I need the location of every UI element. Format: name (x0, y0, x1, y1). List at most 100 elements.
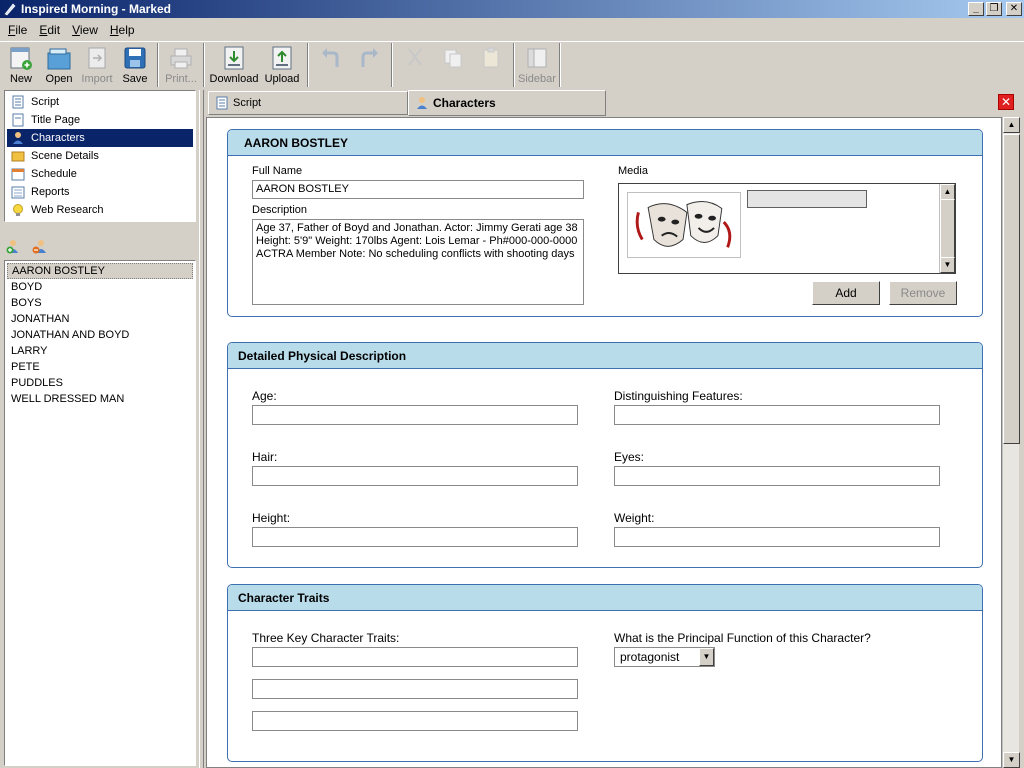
navigation-panel: Script Title Page Characters Scene Detai… (4, 90, 196, 222)
trait-field-1[interactable] (252, 647, 578, 667)
section-title: Character Traits (228, 585, 982, 611)
section-title: Detailed Physical Description (228, 343, 982, 369)
menu-file[interactable]: File (2, 23, 33, 37)
remove-character-icon[interactable] (32, 238, 48, 254)
distinguishing-features-label: Distinguishing Features: (614, 389, 743, 403)
upload-icon (272, 46, 292, 70)
eyes-field[interactable] (614, 466, 940, 486)
nav-item-characters[interactable]: Characters (7, 129, 193, 147)
trait-field-2[interactable] (252, 679, 578, 699)
nav-item-label: Title Page (31, 114, 81, 126)
trait-field-3[interactable] (252, 711, 578, 731)
full-name-field[interactable]: AARON BOSTLEY (252, 180, 584, 199)
character-list-item[interactable]: JONATHAN (7, 311, 193, 327)
hair-field[interactable] (252, 466, 578, 486)
nav-item-scene-details[interactable]: Scene Details (7, 147, 193, 165)
close-window-button[interactable]: ✕ (1006, 2, 1022, 16)
weight-label: Weight: (614, 511, 655, 525)
redo-button[interactable] (350, 42, 388, 88)
media-scrollbar[interactable]: ▲ ▼ (939, 184, 955, 273)
toolbar-separator (307, 43, 309, 87)
media-caption-field[interactable] (747, 190, 867, 208)
restore-button[interactable]: ❐ (986, 2, 1002, 16)
menu-edit[interactable]: Edit (33, 23, 66, 37)
principal-function-label: What is the Principal Function of this C… (614, 631, 871, 645)
nav-item-schedule[interactable]: Schedule (7, 165, 193, 183)
nav-item-script[interactable]: Script (7, 93, 193, 111)
close-tab-icon[interactable]: ✕ (998, 94, 1014, 110)
character-name-header: AARON BOSTLEY (228, 130, 982, 156)
toolbar-separator (559, 43, 561, 87)
age-field[interactable] (252, 405, 578, 425)
nav-item-label: Schedule (31, 168, 77, 180)
menu-bar: File Edit View Help (0, 19, 1024, 40)
nav-item-reports[interactable]: Reports (7, 183, 193, 201)
scroll-thumb[interactable] (940, 199, 955, 259)
weight-field[interactable] (614, 527, 940, 547)
tab-script[interactable]: Script (208, 91, 408, 115)
scroll-thumb[interactable] (1003, 134, 1020, 444)
main-scrollbar[interactable]: ▲ ▼ (1002, 117, 1020, 768)
undo-button[interactable] (312, 42, 350, 88)
character-list-item[interactable]: BOYS (7, 295, 193, 311)
scroll-down-arrow-icon[interactable]: ▼ (1003, 752, 1020, 768)
distinguishing-features-field[interactable] (614, 405, 940, 425)
minimize-button[interactable]: _ (968, 2, 984, 16)
tab-label: Characters (433, 96, 496, 110)
characters-icon (417, 97, 427, 109)
new-button[interactable]: New (2, 42, 40, 88)
scroll-down-arrow-icon[interactable]: ▼ (940, 257, 955, 273)
character-list-item[interactable]: WELL DRESSED MAN (7, 391, 193, 407)
character-list-item[interactable]: LARRY (7, 343, 193, 359)
character-list-item[interactable]: JONATHAN AND BOYD (7, 327, 193, 343)
characters-icon (13, 132, 23, 144)
redo-arrow-icon (361, 48, 378, 67)
character-list-item[interactable]: AARON BOSTLEY (7, 263, 193, 279)
toolbar-separator (513, 43, 515, 87)
tab-label: Script (233, 97, 262, 109)
download-button[interactable]: Download (208, 42, 260, 88)
script-icon (216, 96, 228, 110)
character-editor: AARON BOSTLEY Full Name AARON BOSTLEY De… (206, 117, 1002, 768)
nav-item-title-page[interactable]: Title Page (7, 111, 193, 129)
tab-characters[interactable]: Characters (408, 90, 606, 116)
cut-button[interactable] (396, 42, 434, 88)
import-icon (88, 47, 106, 69)
panel-splitter[interactable] (199, 90, 204, 768)
menu-view[interactable]: View (66, 23, 104, 37)
physical-description-section: Detailed Physical Description Age: Disti… (227, 342, 983, 568)
menu-help[interactable]: Help (104, 23, 141, 37)
scroll-up-arrow-icon[interactable]: ▲ (1003, 117, 1020, 133)
remove-media-button[interactable]: Remove (889, 281, 957, 305)
save-button[interactable]: Save (116, 42, 154, 88)
character-traits-section: Character Traits Three Key Character Tra… (227, 584, 983, 762)
hair-label: Hair: (252, 450, 278, 464)
character-list-item[interactable]: PETE (7, 359, 193, 375)
theater-masks-image[interactable] (627, 192, 741, 258)
principal-function-select[interactable]: protagonist ▼ (614, 647, 715, 667)
import-button[interactable]: Import (78, 42, 116, 88)
nav-item-label: Script (31, 96, 60, 108)
toolbar-separator (391, 43, 393, 87)
chevron-down-icon[interactable]: ▼ (699, 648, 714, 666)
description-field[interactable]: Age 37, Father of Boyd and Jonathan. Act… (252, 219, 584, 305)
character-list-item[interactable]: BOYD (7, 279, 193, 295)
scroll-up-arrow-icon[interactable]: ▲ (940, 184, 955, 200)
add-media-button[interactable]: Add (812, 281, 880, 305)
nav-item-label: Reports (31, 186, 70, 198)
print-button[interactable]: Print... (162, 42, 200, 88)
character-list: AARON BOSTLEY BOYD BOYS JONATHAN JONATHA… (4, 260, 196, 766)
character-list-item[interactable]: PUDDLES (7, 375, 193, 391)
open-button[interactable]: Open (40, 42, 78, 88)
nav-item-web-research[interactable]: Web Research (7, 201, 193, 219)
full-name-label: Full Name (252, 165, 303, 177)
height-field[interactable] (252, 527, 578, 547)
copy-button[interactable] (434, 42, 472, 88)
age-label: Age: (252, 389, 277, 403)
add-character-icon[interactable] (6, 238, 22, 254)
sidebar-button[interactable]: Sidebar (518, 42, 556, 88)
upload-button[interactable]: Upload (260, 42, 304, 88)
nav-item-label: Characters (31, 132, 85, 144)
paste-button[interactable] (472, 42, 510, 88)
lightbulb-icon (13, 204, 23, 216)
